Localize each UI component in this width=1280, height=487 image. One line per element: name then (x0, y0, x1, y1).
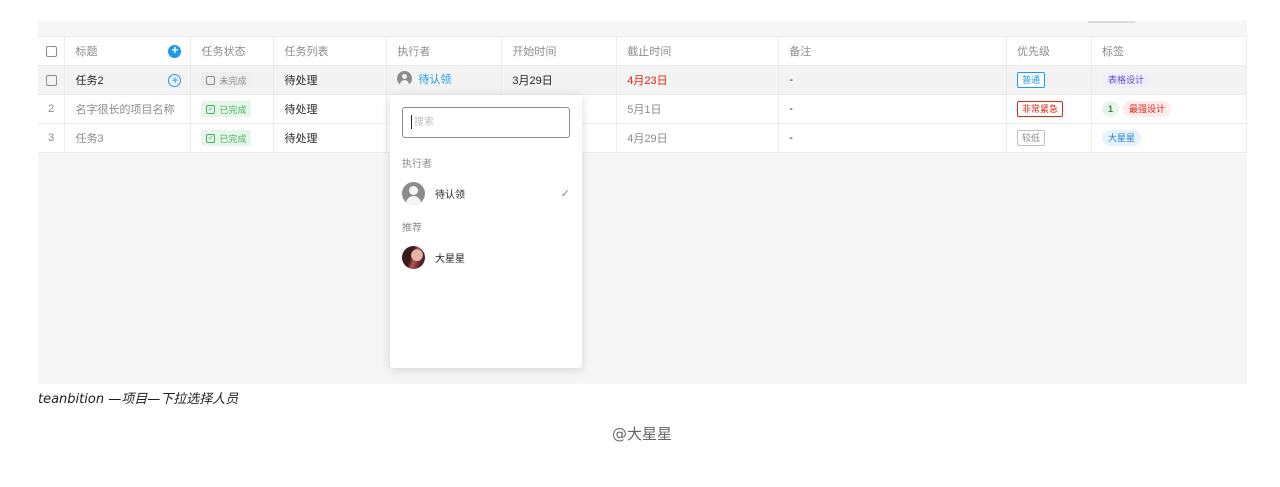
row-due[interactable]: 4月23日 (616, 65, 780, 95)
row-checkbox[interactable] (38, 65, 66, 95)
row-status[interactable]: ✓ 已完成 (190, 123, 275, 153)
priority-badge[interactable]: 较低 (1017, 130, 1046, 146)
add-subtask-icon[interactable]: + (168, 74, 182, 87)
row-index: 3 (38, 123, 66, 153)
avatar-placeholder-icon (397, 71, 413, 87)
row-status[interactable]: 未完成 (190, 65, 275, 95)
tag[interactable]: 1 (1101, 101, 1119, 117)
row-priority[interactable]: 普通 (1006, 65, 1092, 95)
check-box-icon: ✓ (206, 104, 216, 114)
tag[interactable]: 最强设计 (1123, 101, 1172, 117)
row-list[interactable]: 待处理 (273, 65, 388, 95)
row-due[interactable]: 5月1日 (616, 94, 780, 124)
task-table: 标题 + 任务状态 任务列表 执行者 开始时间 截止时间 备注 优先级 标签 任务… (38, 36, 1248, 153)
header-note: 备注 (778, 36, 1008, 66)
scroll-indicator (1088, 21, 1135, 23)
table-header-row: 标题 + 任务状态 任务列表 执行者 开始时间 截止时间 备注 优先级 标签 (38, 36, 1248, 66)
row-note[interactable]: - (778, 94, 1008, 124)
member-option-unassigned[interactable]: 待认领 ✓ (402, 181, 570, 205)
status-badge[interactable]: ✓ 已完成 (201, 101, 252, 117)
row-title[interactable]: 任务2 + (64, 65, 192, 95)
table-row[interactable]: 2 名字很长的项目名称 ✓ 已完成 待处理 5月1日 - 非常紧急 1 最强设计 (38, 94, 1248, 124)
row-assignee[interactable]: 待认领 (386, 65, 503, 95)
status-badge[interactable]: ✓ 已完成 (201, 130, 252, 146)
priority-badge[interactable]: 普通 (1017, 72, 1046, 88)
row-note[interactable]: - (778, 65, 1008, 95)
add-circle-icon[interactable]: + (168, 44, 182, 58)
table-row[interactable]: 任务2 + 未完成 待处理 待认领 3月29日 4月23日 - 普通 表格设计 (38, 65, 1248, 95)
row-list[interactable]: 待处理 (273, 123, 388, 153)
row-list[interactable]: 待处理 (273, 94, 388, 124)
checkbox-icon (45, 74, 57, 86)
check-icon: ✓ (560, 187, 570, 200)
header-list: 任务列表 (273, 36, 388, 66)
checkbox-icon (206, 75, 216, 85)
checkbox-icon (45, 45, 57, 57)
avatar (402, 245, 425, 269)
row-tags[interactable]: 大星星 (1091, 123, 1248, 153)
avatar-placeholder-icon (402, 181, 425, 205)
priority-badge[interactable]: 非常紧急 (1017, 101, 1064, 117)
assignee-dropdown: 搜索 执行者 待认领 ✓ 推荐 大星星 (390, 95, 582, 368)
header-assignee: 执行者 (386, 36, 503, 66)
watermark: @大星星 (612, 425, 673, 443)
row-start[interactable]: 3月29日 (501, 65, 618, 95)
caption: teanbition —项目—下拉选择人员 (38, 392, 239, 407)
member-option-recommended[interactable]: 大星星 (402, 245, 570, 269)
assignee-picker[interactable]: 待认领 (397, 71, 451, 87)
header-status: 任务状态 (190, 36, 275, 66)
header-due: 截止时间 (616, 36, 780, 66)
row-due[interactable]: 4月29日 (616, 123, 780, 153)
member-search-input[interactable]: 搜索 (402, 107, 570, 138)
row-tags[interactable]: 表格设计 (1091, 65, 1248, 95)
section-label-recommend: 推荐 (402, 223, 422, 234)
header-tags: 标签 (1091, 36, 1248, 66)
status-badge[interactable]: 未完成 (201, 72, 252, 88)
row-priority[interactable]: 较低 (1006, 123, 1092, 153)
header-priority: 优先级 (1006, 36, 1092, 66)
section-label-assignee: 执行者 (402, 159, 432, 170)
row-note[interactable]: - (778, 123, 1008, 153)
row-title[interactable]: 名字很长的项目名称 (64, 94, 192, 124)
table-row[interactable]: 3 任务3 ✓ 已完成 待处理 4月29日 - 较低 大星星 (38, 123, 1248, 153)
tag[interactable]: 大星星 (1101, 130, 1141, 146)
select-all-checkbox[interactable] (38, 36, 66, 66)
row-priority[interactable]: 非常紧急 (1006, 94, 1092, 124)
row-index: 2 (38, 94, 66, 124)
row-title[interactable]: 任务3 (64, 123, 192, 153)
tag[interactable]: 表格设计 (1101, 72, 1150, 88)
header-start: 开始时间 (501, 36, 618, 66)
table-canvas: 标题 + 任务状态 任务列表 执行者 开始时间 截止时间 备注 优先级 标签 任务… (38, 21, 1248, 384)
check-box-icon: ✓ (206, 133, 216, 143)
row-status[interactable]: ✓ 已完成 (190, 94, 275, 124)
row-tags[interactable]: 1 最强设计 (1091, 94, 1248, 124)
text-caret (411, 115, 412, 130)
header-title: 标题 + (64, 36, 192, 66)
